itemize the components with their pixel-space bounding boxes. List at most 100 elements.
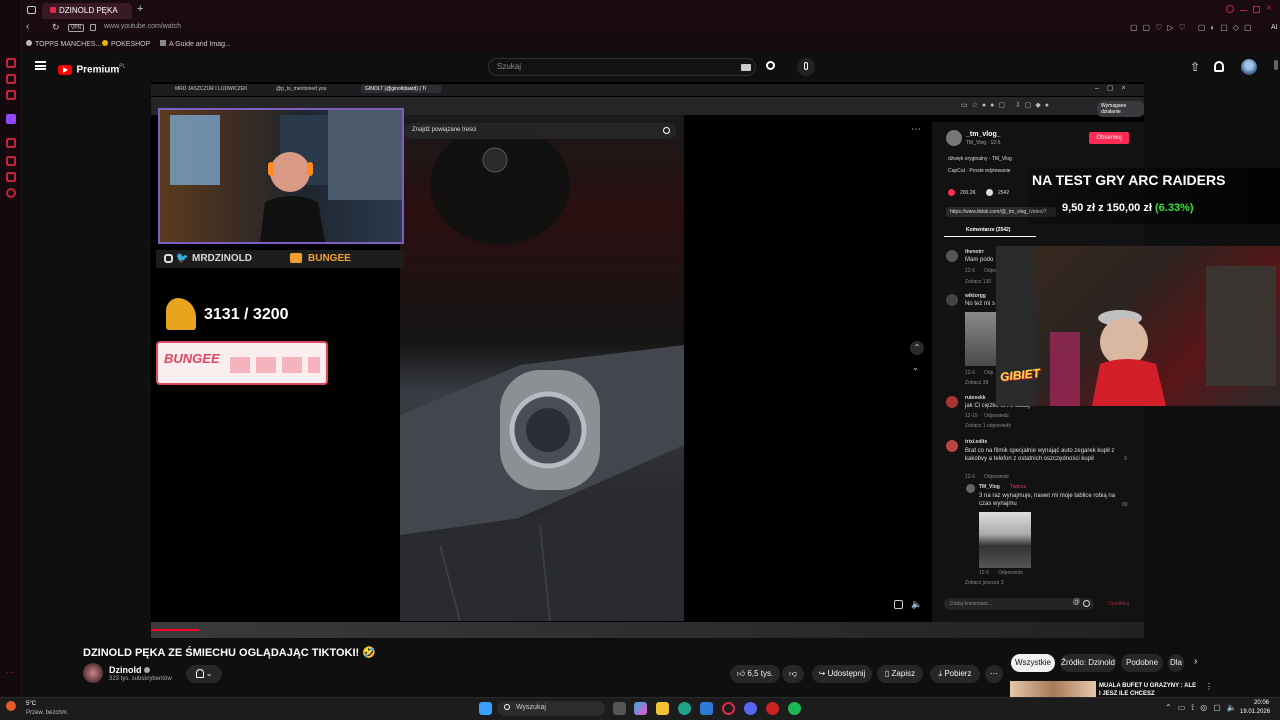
- bungee-logo-text: BUNGEE: [164, 351, 220, 366]
- window-close-icon[interactable]: ×: [1266, 3, 1272, 14]
- notifications-bell-icon[interactable]: [1214, 61, 1224, 72]
- player-up-icon[interactable]: ⌃: [910, 341, 924, 355]
- window-maximize-icon[interactable]: [1253, 6, 1260, 13]
- heart-icon: [948, 189, 955, 196]
- channel-name[interactable]: Dzinold: [109, 665, 151, 675]
- tab-active[interactable]: DZINOLD PĘKA ZE ŚMI...: [42, 3, 132, 31]
- comment-input: Dodaj komentarz... @: [944, 598, 1094, 610]
- comment-text: Brat co na filmik specjalnie wynająć aut…: [965, 448, 1115, 462]
- discord-icon[interactable]: [744, 702, 757, 715]
- keyboard-icon[interactable]: [741, 64, 751, 71]
- channel-avatar[interactable]: [83, 663, 103, 683]
- opera-icon[interactable]: [722, 702, 735, 715]
- dislike-button[interactable]: 👎︎: [782, 665, 804, 683]
- bungee-sponsor-card: BUNGEE: [156, 341, 328, 385]
- comment-date: 12-6: [965, 268, 976, 274]
- comment-user: ruteeekk: [965, 395, 986, 401]
- logo-region: PL: [119, 63, 126, 70]
- player-progress[interactable]: [151, 622, 1144, 638]
- back-icon[interactable]: ‹: [26, 21, 29, 32]
- recommended-thumbnail[interactable]: [1010, 681, 1096, 697]
- emoji-icon: [1083, 600, 1090, 607]
- comment-avatar: [966, 484, 975, 493]
- player-down-icon[interactable]: ⌄: [912, 363, 919, 372]
- edge-icon[interactable]: [678, 702, 691, 715]
- avatar[interactable]: [1241, 59, 1257, 75]
- sidebar-messenger-icon[interactable]: [6, 74, 16, 84]
- comment-date: 12-6: [965, 370, 976, 376]
- subscribed-bell-button[interactable]: ⌄: [186, 665, 222, 683]
- search-icon: [766, 61, 775, 70]
- like-button[interactable]: 👍︎ 6,5 tys.: [730, 665, 780, 683]
- app-icon[interactable]: [766, 702, 779, 715]
- like-count: 6,5 tys.: [747, 669, 774, 678]
- share-button[interactable]: ↪ Udostępnij: [812, 665, 872, 683]
- pip-icon[interactable]: [894, 600, 903, 609]
- second-webcam-scene: [996, 246, 1276, 406]
- comment-text: 3 na raz wynajmuje, nawet mi moje tablic…: [979, 493, 1116, 507]
- recommended-menu-icon[interactable]: ⋮: [1205, 682, 1213, 691]
- comment-text: No też mi s: [965, 301, 996, 307]
- weather-icon[interactable]: [6, 701, 16, 711]
- task-view-icon[interactable]: [613, 702, 626, 715]
- comment-likes: 80: [1122, 502, 1128, 508]
- tiktok-avatar: [946, 130, 962, 146]
- hamburger-menu-icon[interactable]: [35, 61, 46, 70]
- window-minimize-icon[interactable]: [1240, 10, 1247, 11]
- new-tab-icon[interactable]: +: [137, 3, 143, 15]
- url-text[interactable]: www.youtube.com/watch: [104, 23, 181, 30]
- recommended-title[interactable]: MUALA BUFET U GRAŻYNY : ALE I JESZ ILE C…: [1099, 682, 1199, 697]
- create-icon[interactable]: ⇧: [1190, 60, 1200, 74]
- reload-icon[interactable]: ↻: [52, 22, 60, 33]
- ai-button[interactable]: AI: [1271, 24, 1278, 31]
- windows-start-icon[interactable]: [479, 702, 492, 715]
- bookmark-item[interactable]: TOPPS MANCHES...: [26, 40, 101, 48]
- comment-placeholder: Dodaj komentarz...: [950, 601, 992, 607]
- bookmark-item[interactable]: POKESHOP: [102, 40, 150, 48]
- youtube-logo[interactable]: PremiumPL: [58, 61, 126, 75]
- player-more-icon[interactable]: ⋯: [911, 124, 921, 135]
- chip-source[interactable]: Źródło: Dzinold: [1060, 654, 1116, 672]
- store-icon[interactable]: [700, 702, 713, 715]
- comment-avatar: [946, 250, 958, 262]
- sidebar-whatsapp-icon[interactable]: [6, 90, 16, 100]
- bookmark-item[interactable]: A Guide and Imag...: [160, 40, 231, 48]
- instagram-icon: [164, 254, 173, 263]
- tiktok-capcut: CapCut · Proste edytowanie: [948, 168, 1011, 174]
- weather-temp: 5°C: [26, 701, 37, 707]
- sidebar-bookmarks-icon[interactable]: [6, 58, 16, 68]
- chip-all[interactable]: Wszystkie: [1011, 654, 1055, 672]
- file-explorer-icon[interactable]: [656, 702, 669, 715]
- search-input[interactable]: Szukaj: [488, 58, 756, 76]
- taskbar-search[interactable]: Wyszukaj: [497, 701, 605, 716]
- copilot-icon[interactable]: [634, 702, 647, 715]
- clock-time[interactable]: 20:06: [1254, 700, 1269, 706]
- vpn-badge[interactable]: VPN: [68, 24, 84, 32]
- chips-next-icon[interactable]: ›: [1194, 656, 1197, 667]
- download-button[interactable]: ⤓ Pobierz: [930, 665, 980, 683]
- volume-icon[interactable]: 🔈: [911, 599, 922, 610]
- tray-icons[interactable]: ⌃▭⟟◎▢🔈: [1165, 703, 1243, 713]
- page-scrollbar[interactable]: [1274, 60, 1278, 70]
- bookmarks-bar: TOPPS MANCHES... POKESHOP A Guide and Im…: [22, 36, 1280, 52]
- sidebar-downloads-icon[interactable]: [6, 156, 16, 166]
- extensions-icons[interactable]: ▢▢♡▷♡ ▢◐▢◇▢: [1130, 23, 1257, 32]
- chip-for[interactable]: Dla: [1168, 654, 1184, 672]
- sidebar-more-icon[interactable]: ···: [6, 668, 16, 678]
- sidebar-twitch-icon[interactable]: [6, 114, 16, 124]
- spotify-icon[interactable]: [788, 702, 801, 715]
- voice-search-button[interactable]: [797, 58, 815, 76]
- more-actions-button[interactable]: ⋯: [985, 665, 1003, 683]
- save-button[interactable]: ▯ Zapisz: [877, 665, 923, 683]
- sidebar-history-icon[interactable]: [6, 138, 16, 148]
- tab-overview-icon[interactable]: [27, 6, 36, 14]
- chip-similar[interactable]: Podobne: [1121, 654, 1163, 672]
- tiktok-subline: TM_Vlog · 12-5: [966, 140, 1001, 146]
- sidebar-player-icon[interactable]: [6, 172, 16, 182]
- clock-date[interactable]: 19.01.2026: [1240, 709, 1270, 715]
- search-button[interactable]: [762, 58, 780, 76]
- minimize-icon[interactable]: [1226, 5, 1234, 13]
- thumb-up-icon: 👍︎: [736, 669, 746, 678]
- tiktok-follow-button: Obserwuj: [1089, 132, 1129, 144]
- sidebar-settings-icon[interactable]: [6, 188, 16, 198]
